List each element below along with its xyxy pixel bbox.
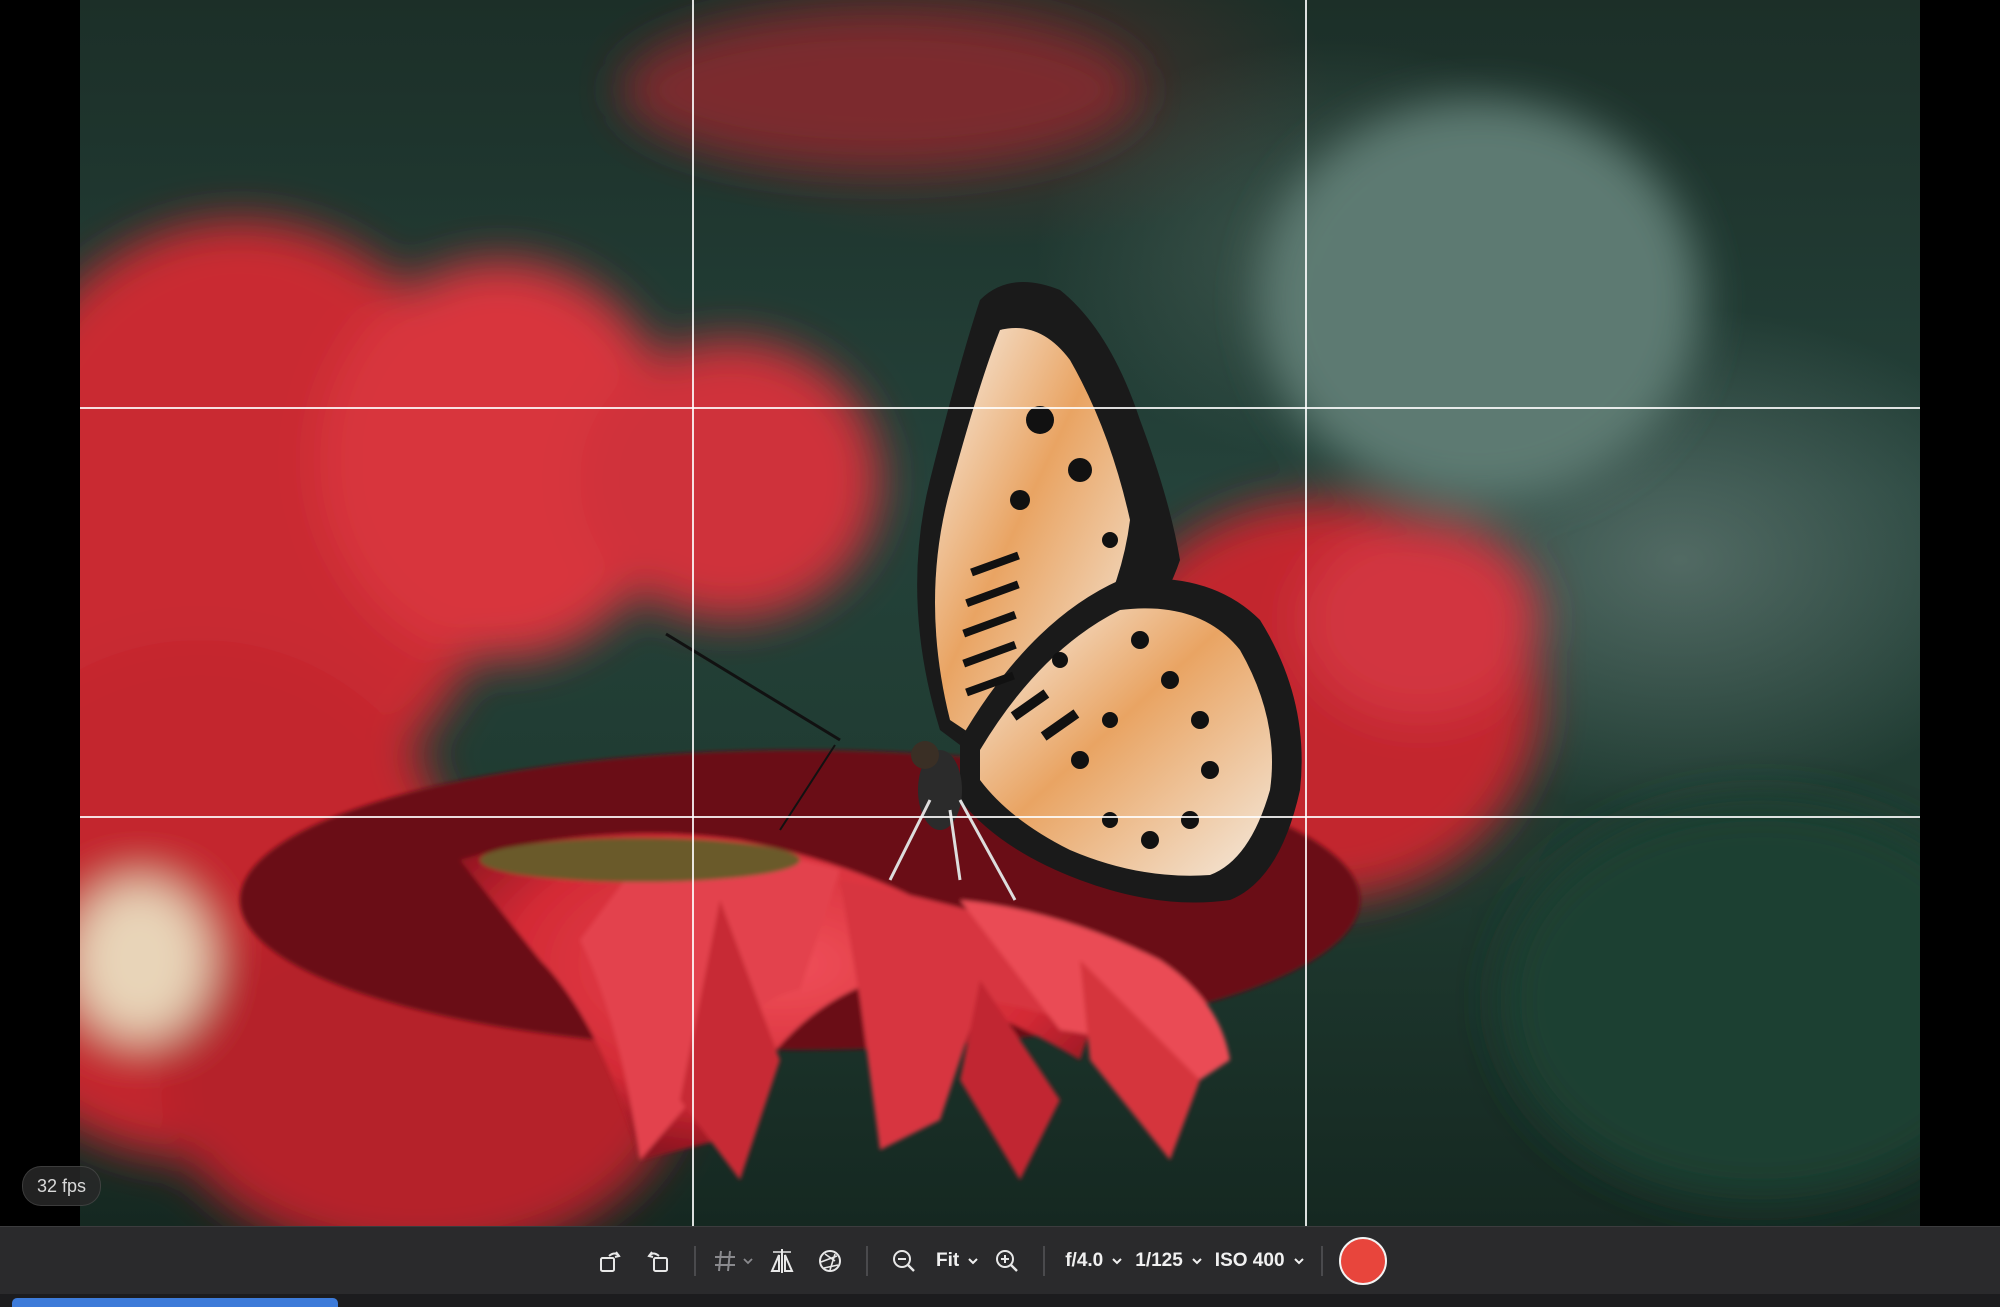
chevron-down-icon [743, 1258, 753, 1265]
chevron-down-icon [1192, 1258, 1202, 1265]
grid-line-vertical-2 [1305, 0, 1307, 1226]
shutter-speed-value: 1/125 [1135, 1250, 1183, 1271]
chevron-down-icon [1112, 1258, 1122, 1265]
bottom-toolbar: Fit f/4.0 1/125 ISO 400 [0, 1226, 2000, 1295]
zoom-out-icon [893, 1250, 915, 1272]
shutter-speed-dropdown[interactable]: 1/125 [1131, 1241, 1203, 1281]
flip-horizontal-icon [770, 1249, 794, 1273]
live-view-image [80, 0, 1920, 1226]
butterfly-on-flower-image [80, 10, 1920, 1226]
rotate-right-button[interactable] [638, 1241, 678, 1281]
rotate-left-icon [600, 1251, 621, 1272]
iso-dropdown[interactable]: ISO 400 [1211, 1241, 1305, 1281]
live-view-area[interactable]: 32 fps [0, 0, 2000, 1226]
zoom-in-button[interactable] [987, 1241, 1027, 1281]
grid-line-horizontal-2 [80, 816, 1920, 818]
flip-button[interactable] [762, 1241, 802, 1281]
aperture-value: f/4.0 [1065, 1250, 1104, 1271]
grid-overlay-dropdown[interactable] [712, 1241, 754, 1281]
zoom-level-label: Fit [936, 1250, 960, 1271]
zoom-out-button[interactable] [884, 1241, 924, 1281]
fps-badge: 32 fps [22, 1166, 102, 1206]
chevron-down-icon [1293, 1258, 1304, 1265]
toolbar-separator [694, 1246, 696, 1276]
zoom-in-icon [996, 1250, 1019, 1272]
aperture-button[interactable] [810, 1241, 850, 1281]
bottom-tab-strip [0, 1294, 2000, 1307]
toolbar-separator [866, 1246, 868, 1276]
toolbar-separator [1043, 1246, 1046, 1276]
rotate-right-icon [647, 1251, 668, 1272]
toolbar-separator [1320, 1246, 1323, 1276]
grid-icon [715, 1250, 735, 1272]
toolbar-controls: Fit f/4.0 1/125 ISO 400 [586, 1227, 1387, 1295]
grid-line-horizontal-1 [80, 407, 1920, 409]
camera-live-view-app: 32 fps Fit f/4.0 1/125 ISO 400 [0, 0, 2000, 1307]
capture-button[interactable] [1338, 1237, 1387, 1285]
zoom-level-dropdown[interactable]: Fit [932, 1241, 979, 1281]
aperture-icon [819, 1250, 841, 1272]
active-tab-indicator[interactable] [12, 1298, 338, 1307]
rotate-left-button[interactable] [590, 1241, 630, 1281]
chevron-down-icon [968, 1258, 978, 1265]
grid-line-vertical-1 [692, 0, 694, 1226]
aperture-value-dropdown[interactable]: f/4.0 [1061, 1241, 1123, 1281]
iso-value: ISO 400 [1214, 1250, 1285, 1271]
